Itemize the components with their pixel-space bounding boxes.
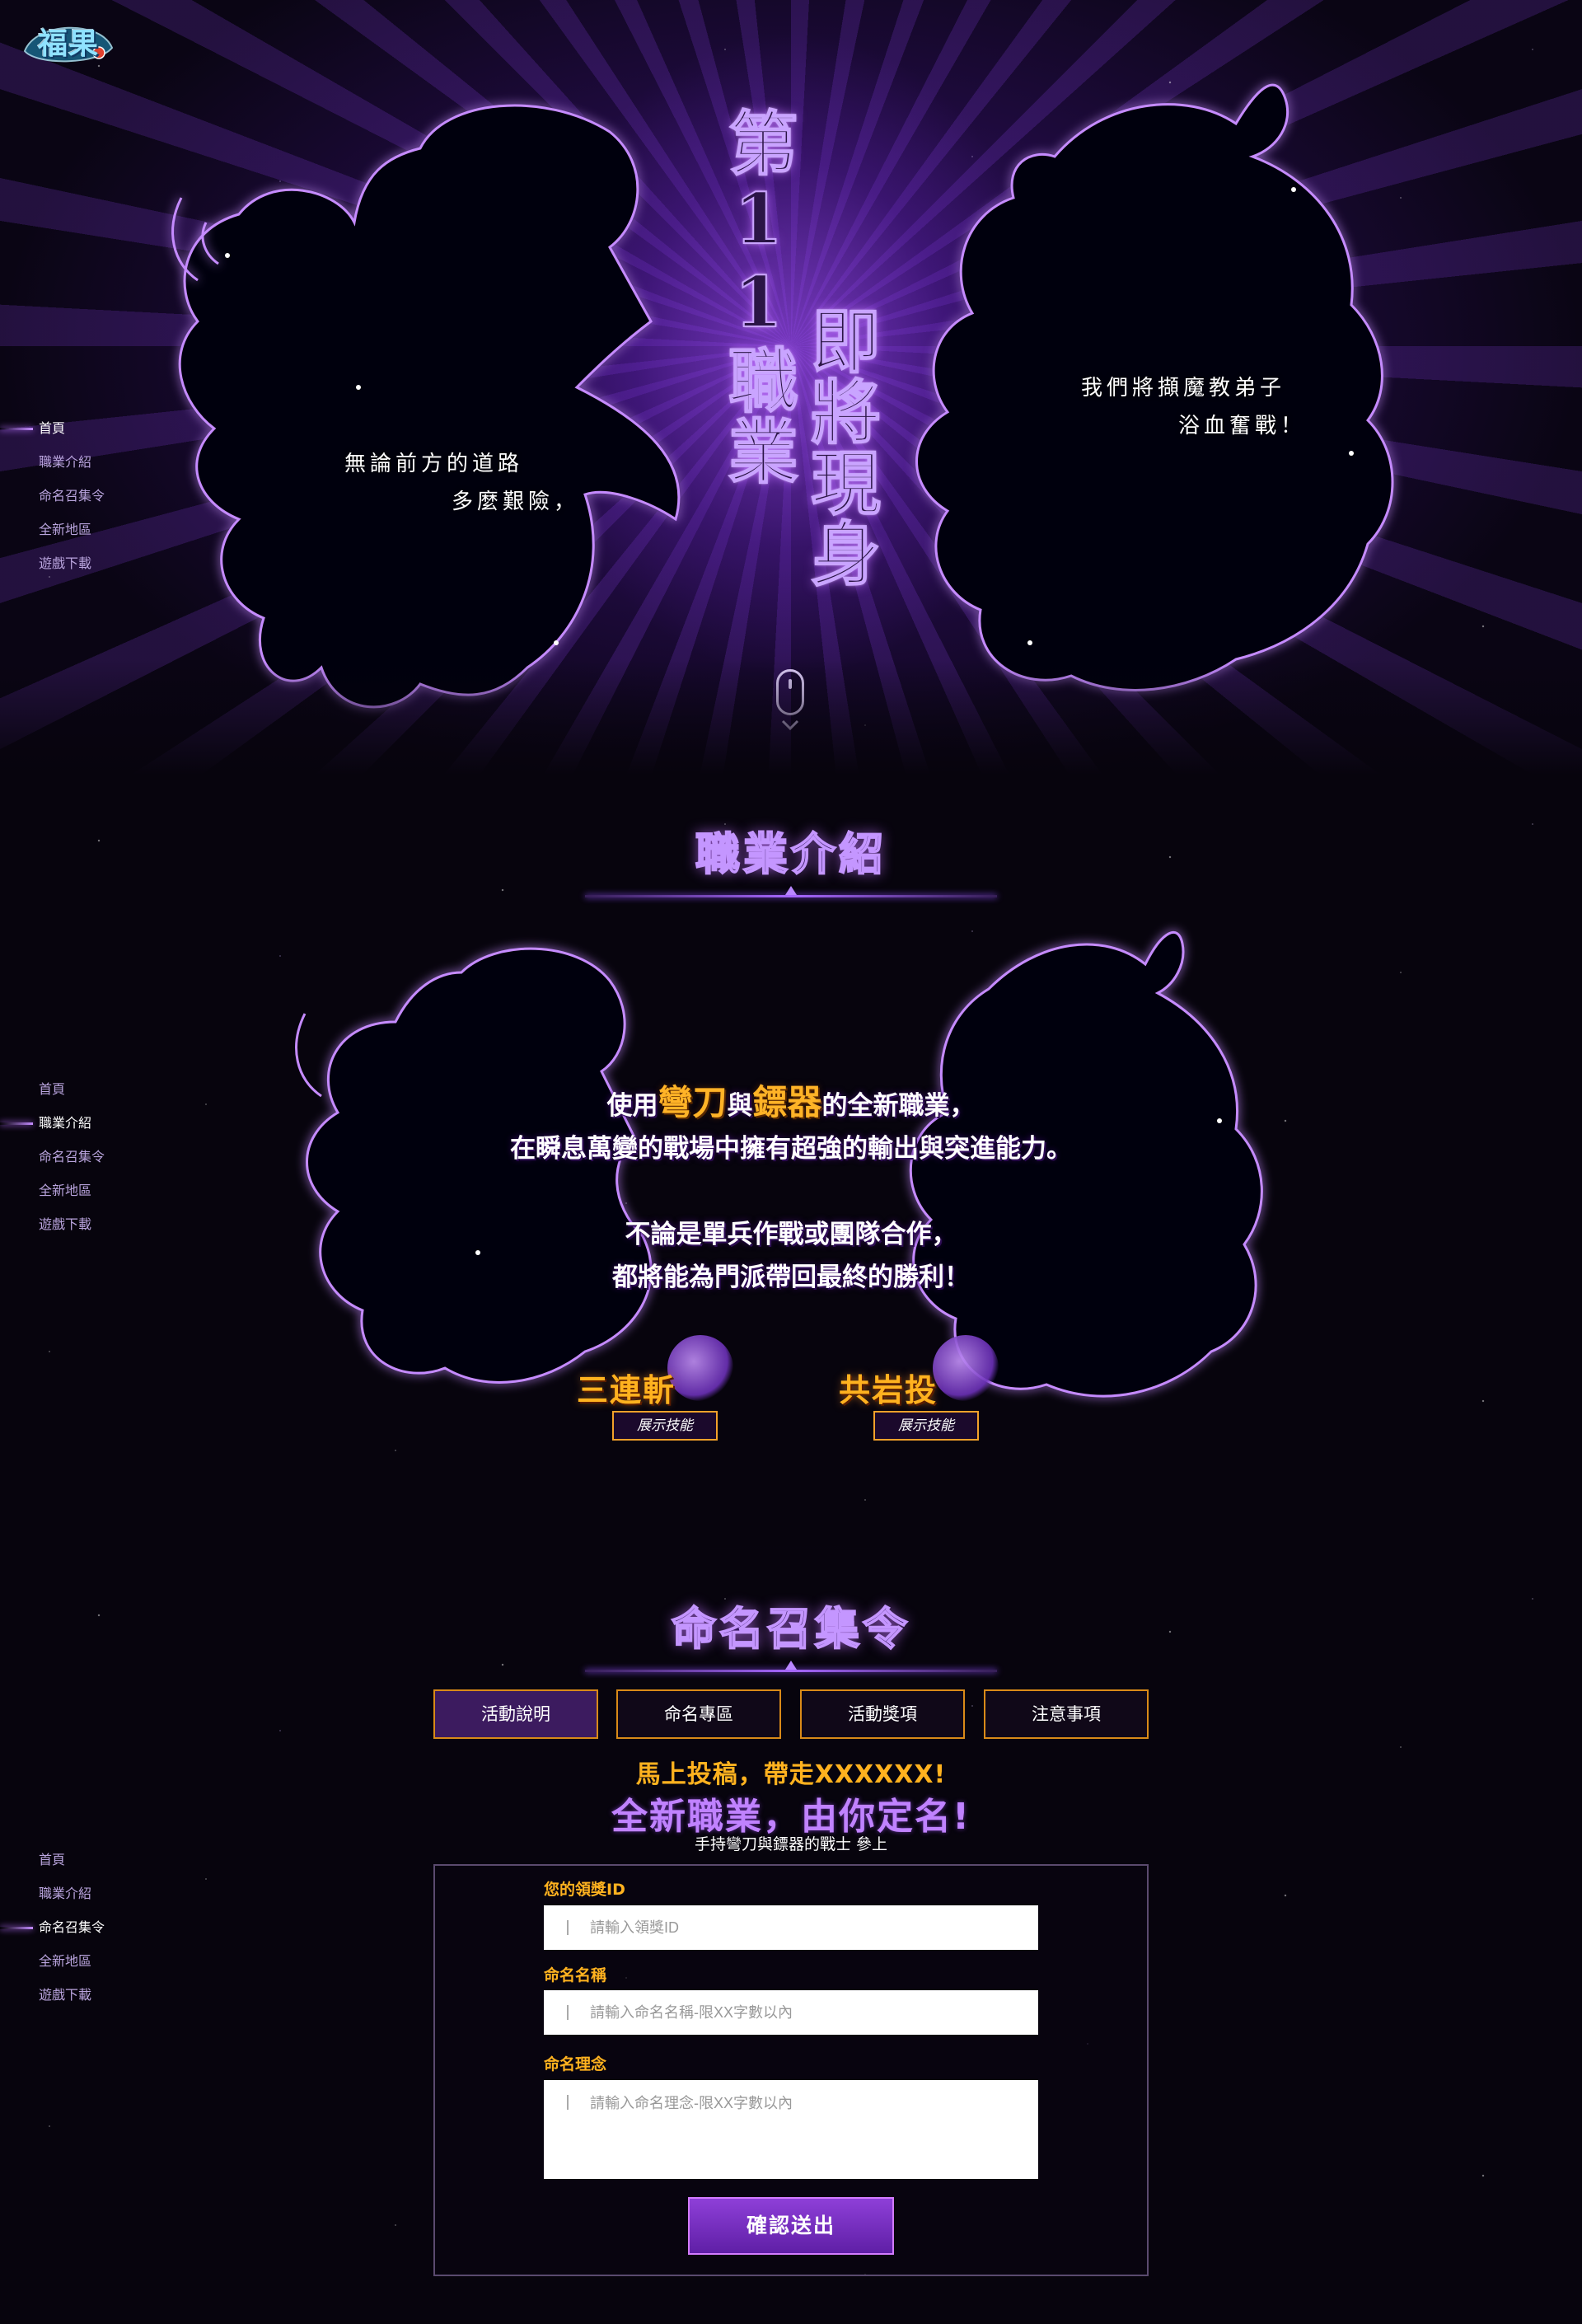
concept-input-caret bbox=[567, 2095, 569, 2110]
tab-naming-zone[interactable]: 命名專區 bbox=[616, 1689, 781, 1739]
nav-item-class-intro[interactable]: 職業介紹 bbox=[0, 446, 132, 480]
hero-caption-left-2: 多麼艱險， bbox=[452, 490, 580, 514]
naming-tabs: 活動說明 命名專區 活動獎項 注意事項 bbox=[433, 1689, 1149, 1739]
naming-title-rule bbox=[585, 1661, 997, 1672]
skill-1-show-button[interactable]: 展示技能 bbox=[612, 1411, 718, 1441]
nav-item-naming[interactable]: 命名召集令 bbox=[0, 1911, 132, 1945]
promo-subtitle: 手持彎刀與鏢器的戰士 參上 bbox=[694, 1835, 888, 1853]
scroll-mouse-icon[interactable] bbox=[776, 669, 804, 715]
submit-button[interactable]: 確認送出 bbox=[688, 2197, 894, 2255]
chevron-down-icon[interactable] bbox=[781, 715, 799, 733]
hero-title: 第11職業 即將現身 bbox=[709, 106, 890, 643]
nav-item-home[interactable]: 首頁 bbox=[0, 1073, 132, 1107]
class-name-input[interactable] bbox=[544, 1990, 1038, 2035]
skill-1-name: 三連斬 bbox=[577, 1372, 676, 1408]
nav-item-class-intro[interactable]: 職業介紹 bbox=[0, 1107, 132, 1141]
class-intro-title: 職業介紹 bbox=[695, 827, 887, 881]
hero-title-col2: 即將現身 bbox=[799, 304, 882, 589]
hero-section: 福果 首頁 職業介紹 命名召集令 全新地區 遊戲下載 第11職業 即將現身 無論… bbox=[0, 0, 1582, 775]
naming-title: 命名召集令 bbox=[671, 1602, 910, 1656]
name-input-caret bbox=[567, 2005, 569, 2020]
promo-headline: 馬上投稿，帶走XXXXXX! bbox=[635, 1760, 947, 1789]
name-field-label: 命名名稱 bbox=[544, 1966, 607, 1984]
nav-item-naming[interactable]: 命名召集令 bbox=[0, 1141, 132, 1174]
skill-2-show-button[interactable]: 展示技能 bbox=[873, 1411, 979, 1441]
tab-rewards[interactable]: 活動獎項 bbox=[800, 1689, 965, 1739]
hero-caption-right-1: 我們將擷魔教弟子 bbox=[1081, 376, 1286, 401]
skill-2-thumbnail bbox=[933, 1335, 999, 1401]
side-nav-hero: 首頁 職業介紹 命名召集令 全新地區 遊戲下載 bbox=[0, 412, 132, 581]
intro-line-1-mid: 與 bbox=[727, 1091, 753, 1121]
skill-2-name: 共岩投 bbox=[839, 1372, 938, 1408]
intro-highlight-dart: 鏢器 bbox=[752, 1082, 822, 1122]
nav-item-download[interactable]: 遊戲下載 bbox=[0, 1979, 132, 2012]
intro-highlight-saber: 彎刀 bbox=[658, 1082, 728, 1122]
hero-caption-left-1: 無論前方的道路 bbox=[344, 452, 524, 476]
nav-item-naming[interactable]: 命名召集令 bbox=[0, 480, 132, 513]
nav-item-class-intro[interactable]: 職業介紹 bbox=[0, 1877, 132, 1911]
game-logo[interactable]: 福果 bbox=[20, 15, 117, 68]
intro-line-3: 不論是單兵作戰或團隊合作， bbox=[625, 1220, 957, 1249]
reward-id-input[interactable] bbox=[544, 1905, 1038, 1950]
tab-notes[interactable]: 注意事項 bbox=[984, 1689, 1149, 1739]
intro-line-2: 在瞬息萬變的戰場中擁有超強的輸出與突進能力。 bbox=[510, 1134, 1072, 1164]
nav-item-download[interactable]: 遊戲下載 bbox=[0, 1208, 132, 1242]
side-nav-naming: 首頁 職業介紹 命名召集令 全新地區 遊戲下載 bbox=[0, 1844, 132, 2012]
id-field-label: 您的領獎ID bbox=[544, 1881, 625, 1899]
class-intro-description: 使用彎刀與鏢器的全新職業， 在瞬息萬變的戰場中擁有超強的輸出與突進能力。 不論是… bbox=[379, 1081, 1203, 1299]
logo-text: 福果 bbox=[37, 26, 99, 61]
intro-line-1-post: 的全新職業， bbox=[821, 1091, 976, 1121]
intro-line-4: 都將能為門派帶回最終的勝利！ bbox=[612, 1263, 970, 1292]
naming-concept-textarea[interactable] bbox=[544, 2080, 1038, 2179]
left-character-silhouette bbox=[148, 74, 709, 720]
nav-item-download[interactable]: 遊戲下載 bbox=[0, 547, 132, 581]
nav-item-new-region[interactable]: 全新地區 bbox=[0, 513, 132, 547]
nav-item-new-region[interactable]: 全新地區 bbox=[0, 1174, 132, 1208]
id-input-caret bbox=[567, 1920, 569, 1935]
skill-1-thumbnail bbox=[667, 1335, 733, 1401]
class-intro-section: 首頁 職業介紹 命名召集令 全新地區 遊戲下載 職業介紹 使用彎刀與鏢器的全新職… bbox=[0, 775, 1582, 1549]
intro-line-1-pre: 使用 bbox=[606, 1091, 658, 1121]
side-nav-intro: 首頁 職業介紹 命名召集令 全新地區 遊戲下載 bbox=[0, 1073, 132, 1242]
nav-item-home[interactable]: 首頁 bbox=[0, 412, 132, 446]
intro-line-1: 使用彎刀與鏢器的全新職業， bbox=[379, 1081, 1203, 1127]
concept-field-label: 命名理念 bbox=[544, 2055, 607, 2073]
class-intro-title-rule bbox=[585, 886, 997, 897]
nav-item-new-region[interactable]: 全新地區 bbox=[0, 1945, 132, 1979]
tab-event-info[interactable]: 活動說明 bbox=[433, 1689, 598, 1739]
hero-caption-right-2: 浴血奮戰！ bbox=[1178, 414, 1307, 438]
